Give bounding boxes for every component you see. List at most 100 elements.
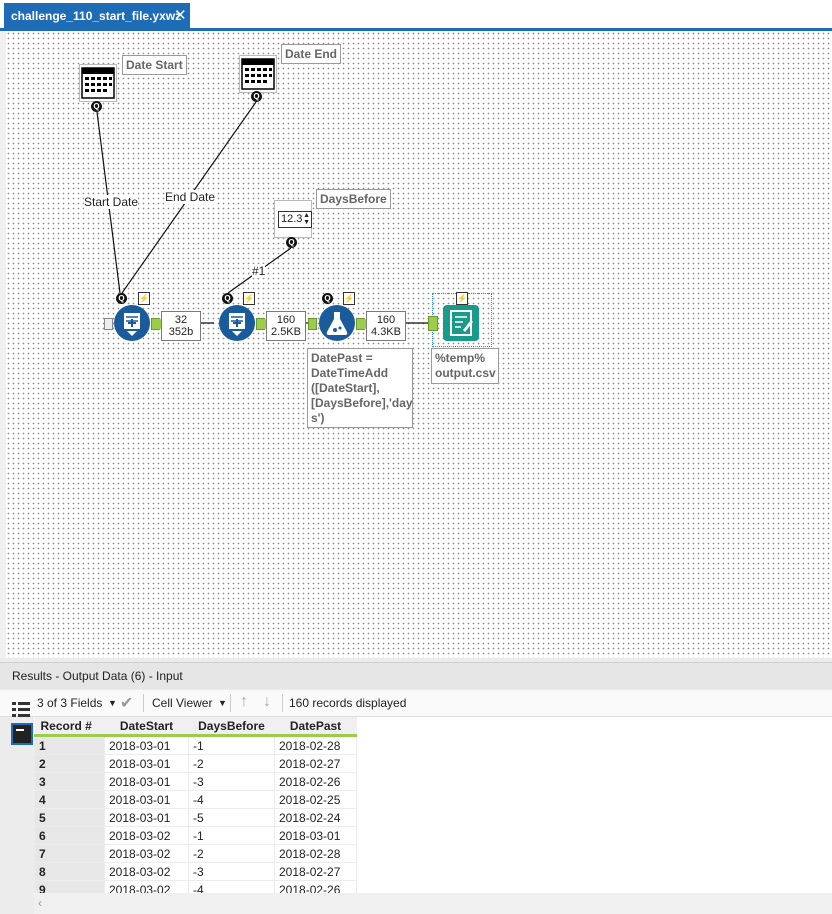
wire-label-end-date: End Date [165, 190, 216, 204]
input-anchor[interactable] [104, 318, 113, 330]
cell[interactable]: 2018-03-01 [104, 735, 189, 755]
results-toolbar: 3 of 3 Fields ▼ ✔ Cell Viewer ▼ ↑ ↓ 160 … [0, 690, 832, 717]
toolbar-divider [143, 694, 144, 712]
records-displayed: 160 records displayed [289, 696, 407, 710]
question-anchor-icon[interactable]: Q [91, 101, 102, 112]
results-grid[interactable]: Record # DateStart DaysBefore DatePast 1… [34, 717, 832, 893]
cell[interactable]: -2 [188, 844, 275, 863]
results-table: Record # DateStart DaysBefore DatePast 1… [34, 717, 357, 893]
numeric-up-down-tool[interactable]: 12.3 ▲ ▼ [274, 200, 312, 238]
cell[interactable]: -3 [188, 862, 275, 881]
chevron-down-icon[interactable]: ▼ [108, 698, 117, 708]
record-size-value: 352b [168, 326, 194, 338]
cell[interactable]: 2018-02-26 [274, 880, 357, 893]
workflow-canvas[interactable] [6, 31, 832, 658]
table-header-row: Record # DateStart DaysBefore DatePast [34, 717, 357, 737]
cell[interactable]: 2018-03-01 [104, 808, 189, 827]
cell[interactable]: 2018-03-01 [274, 826, 357, 845]
cell[interactable]: 2018-03-02 [104, 826, 189, 845]
date-start-label[interactable]: Date Start [122, 55, 187, 75]
cell[interactable]: 2018-02-24 [274, 808, 357, 827]
table-row[interactable]: 8 2018-03-02 -3 2018-02-27 [34, 862, 357, 881]
numeric-value-box: 12.3 ▲ ▼ [278, 211, 312, 228]
input-anchor[interactable] [428, 316, 438, 331]
output-line: %temp% [435, 351, 486, 365]
list-icon[interactable] [11, 700, 31, 720]
cell[interactable]: 2018-03-02 [104, 862, 189, 881]
cell[interactable]: 2018-02-26 [274, 772, 357, 791]
cell[interactable]: -4 [188, 790, 275, 809]
question-anchor-icon[interactable]: Q [222, 293, 233, 304]
table-row[interactable]: 4 2018-03-01 -4 2018-02-25 [34, 790, 357, 809]
column-header[interactable]: DateStart [104, 717, 189, 737]
chevron-down-icon[interactable]: ▼ [218, 698, 227, 708]
chevron-left-icon[interactable]: ‹ [38, 896, 42, 910]
horizontal-scrollbar[interactable]: ‹ [34, 893, 832, 914]
table-row[interactable]: 2 2018-03-01 -2 2018-02-27 [34, 754, 357, 773]
cell[interactable]: -3 [188, 772, 275, 791]
record-number: 3 [34, 772, 105, 791]
cell[interactable]: -2 [188, 754, 275, 773]
flask-icon [326, 312, 348, 335]
table-row[interactable]: 6 2018-03-02 -1 2018-03-01 [34, 826, 357, 845]
cell[interactable]: 2018-02-27 [274, 862, 357, 881]
date-start-tool[interactable] [79, 64, 117, 102]
tab-workflow[interactable]: challenge_110_start_file.yxwz ✕ [4, 3, 190, 28]
fields-selector[interactable]: 3 of 3 Fields [37, 696, 102, 710]
question-anchor-icon[interactable]: Q [286, 237, 297, 248]
cell[interactable]: -1 [188, 735, 275, 755]
record-number: 2 [34, 754, 105, 773]
table-row[interactable]: 1 2018-03-01 -1 2018-02-28 [34, 735, 357, 755]
date-end-tool[interactable] [239, 55, 277, 93]
cell[interactable]: 2018-03-01 [104, 790, 189, 809]
cell[interactable]: 2018-02-28 [274, 735, 357, 755]
days-before-label[interactable]: DaysBefore [316, 189, 391, 209]
cell-viewer-selector[interactable]: Cell Viewer [152, 696, 212, 710]
output-data-icon [450, 310, 473, 336]
formula-line: s') [311, 411, 325, 425]
cell[interactable]: 2018-03-02 [104, 844, 189, 863]
wire-label-start-date: Start Date [84, 195, 139, 209]
close-icon[interactable]: ✕ [174, 6, 187, 24]
append-icon [229, 313, 245, 336]
cell[interactable]: 2018-02-27 [274, 754, 357, 773]
question-anchor-icon[interactable]: Q [116, 293, 127, 304]
cell[interactable]: 2018-03-02 [104, 880, 189, 893]
cell[interactable]: 2018-02-25 [274, 790, 357, 809]
checkmark-icon[interactable]: ✔ [120, 693, 133, 713]
record-size-value: 4.3KB [371, 326, 401, 338]
table-row[interactable]: 9 2018-03-02 -4 2018-02-26 [34, 880, 357, 893]
cell[interactable]: -4 [188, 880, 275, 893]
record-number: 6 [34, 826, 105, 845]
cell[interactable]: -5 [188, 808, 275, 827]
arrow-down-icon[interactable]: ↓ [263, 693, 271, 711]
lightning-icon: ⚡ [138, 292, 150, 305]
record-number: 7 [34, 844, 105, 863]
table-row[interactable]: 7 2018-03-02 -2 2018-02-28 [34, 844, 357, 863]
table-row[interactable]: 5 2018-03-01 -5 2018-02-24 [34, 808, 357, 827]
output-data-tool[interactable] [443, 305, 479, 341]
append-fields-tool-2[interactable] [219, 305, 255, 341]
column-header[interactable]: Record # [34, 717, 105, 737]
record-count-2: 160 2.5KB [266, 311, 306, 341]
append-fields-tool-1[interactable] [114, 305, 150, 341]
arrow-up-icon[interactable]: ↑ [240, 693, 248, 711]
cell[interactable]: 2018-02-28 [274, 844, 357, 863]
cell[interactable]: 2018-03-01 [104, 772, 189, 791]
input-anchor[interactable] [308, 318, 317, 330]
calendar-icon [241, 58, 275, 90]
formula-annotation[interactable]: DatePast = DateTimeAdd ([DateStart], [Da… [307, 348, 413, 428]
table-view-icon[interactable] [11, 723, 33, 745]
cell[interactable]: 2018-03-01 [104, 754, 189, 773]
question-anchor-icon[interactable]: Q [322, 293, 333, 304]
calendar-icon [81, 67, 115, 99]
column-header[interactable]: DatePast [274, 717, 357, 737]
formula-tool[interactable] [319, 305, 355, 341]
date-end-label[interactable]: Date End [281, 44, 342, 64]
table-row[interactable]: 3 2018-03-01 -3 2018-02-26 [34, 772, 357, 791]
question-anchor-icon[interactable]: Q [251, 91, 262, 102]
record-number: 8 [34, 862, 105, 881]
output-annotation[interactable]: %temp% output.csv [431, 348, 499, 384]
column-header[interactable]: DaysBefore [188, 717, 275, 737]
cell[interactable]: -1 [188, 826, 275, 845]
